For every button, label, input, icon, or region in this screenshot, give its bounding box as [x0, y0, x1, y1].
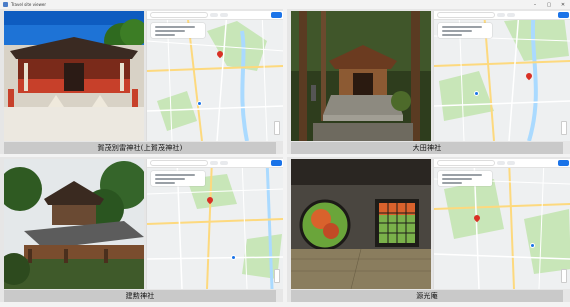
current-location-icon: [231, 255, 236, 260]
temple-window-photo-image: [291, 159, 431, 289]
window-title: Travel site viewer: [11, 2, 46, 7]
current-location-icon: [530, 243, 535, 248]
map-filter-chip[interactable]: [210, 13, 218, 17]
maximize-button[interactable]: ▢: [542, 0, 556, 9]
zoom-control[interactable]: [561, 121, 567, 135]
map-filter-chip[interactable]: [210, 161, 218, 165]
hillside-shrine-photo-image: [4, 159, 144, 289]
panel-genkoan: 源光庵: [287, 157, 570, 302]
photo-kenkun[interactable]: [4, 159, 144, 289]
panel-kenkun: 建勲神社: [0, 157, 283, 302]
map-toolbar: [147, 11, 283, 20]
map-filter-chip[interactable]: [507, 13, 515, 17]
map-filter-chip[interactable]: [220, 161, 228, 165]
map-search-input[interactable]: [437, 12, 495, 18]
panel-caption: 源光庵: [416, 292, 438, 300]
zoom-control[interactable]: [274, 269, 280, 283]
caption-bar: 大田神社: [291, 142, 563, 154]
map-sign-in-button[interactable]: [271, 12, 282, 18]
map-filter-chip[interactable]: [507, 161, 515, 165]
current-location-icon: [197, 101, 202, 106]
map-search-input[interactable]: [150, 160, 208, 166]
title-bar: Travel site viewer – ▢ ✕: [0, 0, 570, 9]
photo-genkoan[interactable]: [291, 159, 431, 289]
photo-ota[interactable]: [291, 11, 431, 141]
map-place-card[interactable]: [438, 171, 492, 186]
map-kamigamo[interactable]: [146, 11, 283, 141]
photo-kamigamo[interactable]: [4, 11, 144, 141]
map-kenkun[interactable]: [146, 159, 283, 289]
map-filter-chip[interactable]: [220, 13, 228, 17]
map-search-input[interactable]: [150, 12, 208, 18]
map-genkoan[interactable]: [433, 159, 570, 289]
panel-grid: 賀茂別雷神社(上賀茂神社) 大田神社 建勲神社 源光庵: [0, 9, 570, 307]
close-button[interactable]: ✕: [556, 0, 570, 9]
panel-caption: 建勲神社: [125, 292, 155, 300]
map-sign-in-button[interactable]: [558, 12, 569, 18]
map-search-input[interactable]: [437, 160, 495, 166]
zoom-control[interactable]: [274, 121, 280, 135]
caption-bar: 建勲神社: [4, 290, 276, 302]
map-sign-in-button[interactable]: [271, 160, 282, 166]
forest-shrine-photo-image: [291, 11, 431, 141]
panel-ota: 大田神社: [287, 9, 570, 154]
zoom-control[interactable]: [561, 269, 567, 283]
current-location-icon: [474, 91, 479, 96]
map-place-card[interactable]: [151, 171, 205, 186]
map-sign-in-button[interactable]: [558, 160, 569, 166]
app-icon: [3, 2, 8, 7]
app-window: Travel site viewer – ▢ ✕ 賀茂別雷神社(上賀茂神社) 大…: [0, 0, 570, 307]
panel-caption: 賀茂別雷神社(上賀茂神社): [97, 144, 183, 152]
caption-bar: 源光庵: [291, 290, 563, 302]
map-filter-chip[interactable]: [497, 161, 505, 165]
shrine-gate-photo-image: [4, 11, 144, 141]
map-toolbar: [434, 159, 570, 168]
panel-caption: 大田神社: [412, 144, 442, 152]
map-ota[interactable]: [433, 11, 570, 141]
map-place-card[interactable]: [151, 23, 205, 38]
map-place-card[interactable]: [438, 23, 492, 38]
map-toolbar: [147, 159, 283, 168]
minimize-button[interactable]: –: [528, 0, 542, 9]
caption-bar: 賀茂別雷神社(上賀茂神社): [4, 142, 276, 154]
map-filter-chip[interactable]: [497, 13, 505, 17]
panel-kamigamo: 賀茂別雷神社(上賀茂神社): [0, 9, 283, 154]
map-toolbar: [434, 11, 570, 20]
